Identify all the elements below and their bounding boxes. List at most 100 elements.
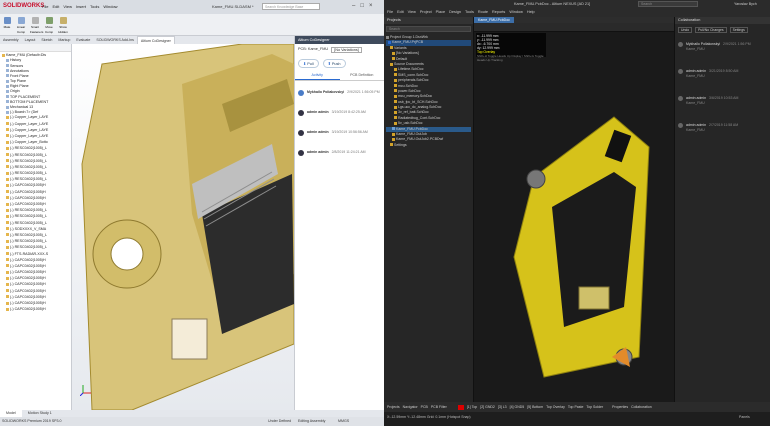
tab-pcb-definition[interactable]: PCB Definition <box>340 71 385 80</box>
sw-version: SOLIDWORKS Premium 2019 SP3.0 <box>2 419 62 423</box>
tab-activity[interactable]: Activity <box>295 71 340 80</box>
ad-user[interactable]: Yaroslav Bych <box>734 2 757 6</box>
sw-graphics-area[interactable] <box>72 43 295 411</box>
collab-item[interactable]: admin admin 3/6/2019 10:53 AM Kame_FMU <box>678 96 767 105</box>
ad-menu-route[interactable]: Route <box>478 10 488 16</box>
right-tab-collaboration[interactable]: Collaboration <box>631 405 652 409</box>
layer-gnd5[interactable]: [4] GND5 <box>510 405 525 409</box>
collab-item[interactable]: Mykhailo Poliakovskyi 2/9/2021 1:56 PM Kam… <box>678 42 767 51</box>
ad-menu-project[interactable]: Project <box>420 10 432 16</box>
bottom-tab-pcb[interactable]: PCB <box>421 405 428 409</box>
menu-view[interactable]: View <box>63 4 72 9</box>
menu-insert[interactable]: Insert <box>76 4 86 9</box>
show-hidden-button[interactable]: Show Hidden <box>58 17 68 34</box>
push-label: Push <box>331 62 341 66</box>
collab-settings-button[interactable]: Settings <box>729 27 748 33</box>
tree-root[interactable]: Kame_FMU (Default<Dis <box>2 53 69 57</box>
tab-layout[interactable]: Layout <box>22 36 39 44</box>
tab-evaluate[interactable]: Evaluate <box>73 36 93 44</box>
menu-file[interactable]: File <box>42 4 48 9</box>
tab-markup[interactable]: Markup <box>55 36 73 44</box>
collab-avatar <box>678 69 683 74</box>
ad-menu-file[interactable]: File <box>387 10 393 16</box>
tree-schematic-label: 3v_ref_batt.SchDoc <box>398 110 429 115</box>
bottom-tab-projects[interactable]: Projects <box>387 405 400 409</box>
avatar <box>298 130 304 136</box>
project-root-label: Kame_FMU.PrjPCB <box>392 40 424 45</box>
layer-gnd2[interactable]: [2] GND2 <box>480 405 495 409</box>
ad-menu-view[interactable]: View <box>408 10 416 16</box>
sw-search-input[interactable]: Search Knowledge Base <box>262 3 320 10</box>
ad-menu-help[interactable]: Help <box>527 10 535 16</box>
tab-addins[interactable]: SOLIDWORKS Add-Ins <box>93 36 137 44</box>
status-units[interactable]: MMGS <box>338 419 349 423</box>
push-button[interactable]: ⬆ Push <box>322 59 346 68</box>
layer-bottom[interactable]: [5] Bottom <box>527 405 543 409</box>
feature-icon <box>6 84 9 88</box>
tab-model[interactable]: Model <box>0 410 22 417</box>
pcb-toolbar <box>474 23 674 32</box>
panels-button[interactable]: Panels <box>739 415 750 419</box>
ad-menu-window[interactable]: Window <box>509 10 523 16</box>
mate-button[interactable]: Mate <box>2 17 12 34</box>
tree-part-label: (-) RESC0402(1005)_L <box>10 208 47 213</box>
part-icon <box>6 128 9 132</box>
collab-undo-button[interactable]: Undo <box>678 27 693 33</box>
menu-window[interactable]: Window <box>103 4 117 9</box>
tree-part-label: (-) CAPC0402(1005)H <box>10 276 46 281</box>
bottom-tab-pcb-filter[interactable]: PCB Filter <box>431 405 447 409</box>
pull-button[interactable]: ⬇ Pull <box>298 59 319 68</box>
ad-menu-reports[interactable]: Reports <box>492 10 505 16</box>
tab-sketch[interactable]: Sketch <box>38 36 55 44</box>
maximize-icon[interactable]: □ <box>360 3 364 10</box>
pcb-editor[interactable]: Kame_FMU.PcbDoc x: -11.999 mm y: -11.999… <box>474 17 674 402</box>
tree-part-label: (-) CAPC0402(1005)H <box>10 288 46 293</box>
tree-part-label: (-) Copper_Layer_LAYE <box>10 121 49 126</box>
sw-pcb-3d-model <box>81 43 295 411</box>
menu-edit[interactable]: Edit <box>52 4 59 9</box>
activity-item[interactable]: admin admin 2/8/2019 11:24:21 AM <box>298 150 381 156</box>
collab-item[interactable]: admin admin 3/21/2019 8:50 AM Kame_FMU <box>678 69 767 78</box>
layer-top-overlay[interactable]: Top Overlay <box>546 405 565 409</box>
tab-pcbdoc[interactable]: Kame_FMU.PcbDoc <box>474 17 514 23</box>
move-comp-button[interactable]: Move Comp <box>44 17 54 34</box>
ad-status-text: X:-12.59mm Y:-12.48mm Grid: 0.1mm (Hotsp… <box>387 415 471 419</box>
ad-menu-place[interactable]: Place <box>436 10 446 16</box>
bottom-tab-navigator[interactable]: Navigator <box>403 405 418 409</box>
ad-menu-tools[interactable]: Tools <box>465 10 474 16</box>
smart-fasteners-button[interactable]: Smart Fasteners <box>30 17 43 34</box>
ad-search-input[interactable]: Search <box>638 1 698 7</box>
tree-part[interactable]: (-) CAPC0402(1005)H <box>2 307 69 313</box>
tree-pcbdoc-icon <box>392 127 395 131</box>
collab-avatar <box>678 123 683 128</box>
part-icon <box>6 307 9 311</box>
variation-select[interactable]: [No Variations] <box>331 47 362 53</box>
ad-menu-design[interactable]: Design <box>449 10 461 16</box>
menu-tools[interactable]: Tools <box>90 4 99 9</box>
tree-item-label: Mechanical 13 <box>10 105 34 109</box>
layer-top-solder[interactable]: Top Solder <box>586 405 603 409</box>
layer-top-paste[interactable]: Top Paste <box>568 405 584 409</box>
minimize-icon[interactable]: – <box>352 3 355 10</box>
projects-search-input[interactable]: Search <box>386 26 471 32</box>
tab-assembly[interactable]: Assembly <box>0 36 22 44</box>
activity-item[interactable]: admin admin 3/19/2019 10:56:56 AM <box>298 130 381 136</box>
tree-schematic-label: mcu_memory.SchDoc <box>398 94 433 99</box>
tree-part-label: (-) CAPC0402(1005)H <box>10 189 46 194</box>
right-tab-properties[interactable]: Properties <box>612 405 628 409</box>
tree-root-label: Kame_FMU (Default<Dis <box>6 53 47 57</box>
layer-top[interactable]: [1] Top <box>467 405 477 409</box>
linear-comp-button[interactable]: Linear Comp <box>16 17 26 34</box>
close-icon[interactable]: × <box>369 3 373 10</box>
tab-altium-codesigner[interactable]: Altium CoDesigner <box>136 36 175 44</box>
move-icon <box>45 17 53 24</box>
tab-motion-study[interactable]: Motion Study 1 <box>22 410 58 417</box>
layer-l3[interactable]: [3] L3 <box>498 405 507 409</box>
activity-item[interactable]: Mykhailo Poliakovskyi 2/9/2021 1:56:05 PM <box>298 90 381 96</box>
collab-item[interactable]: admin admin 2/7/2019 11:58 AM Kame_FMU <box>678 123 767 132</box>
collab-pull-button[interactable]: Pull/No Changes <box>695 27 727 33</box>
ad-menu-edit[interactable]: Edit <box>397 10 404 16</box>
activity-item[interactable]: admin admin 3/19/2019 8:42:25 AM <box>298 110 381 116</box>
tree-settings[interactable]: Settings <box>386 143 471 148</box>
part-icon <box>6 221 9 225</box>
